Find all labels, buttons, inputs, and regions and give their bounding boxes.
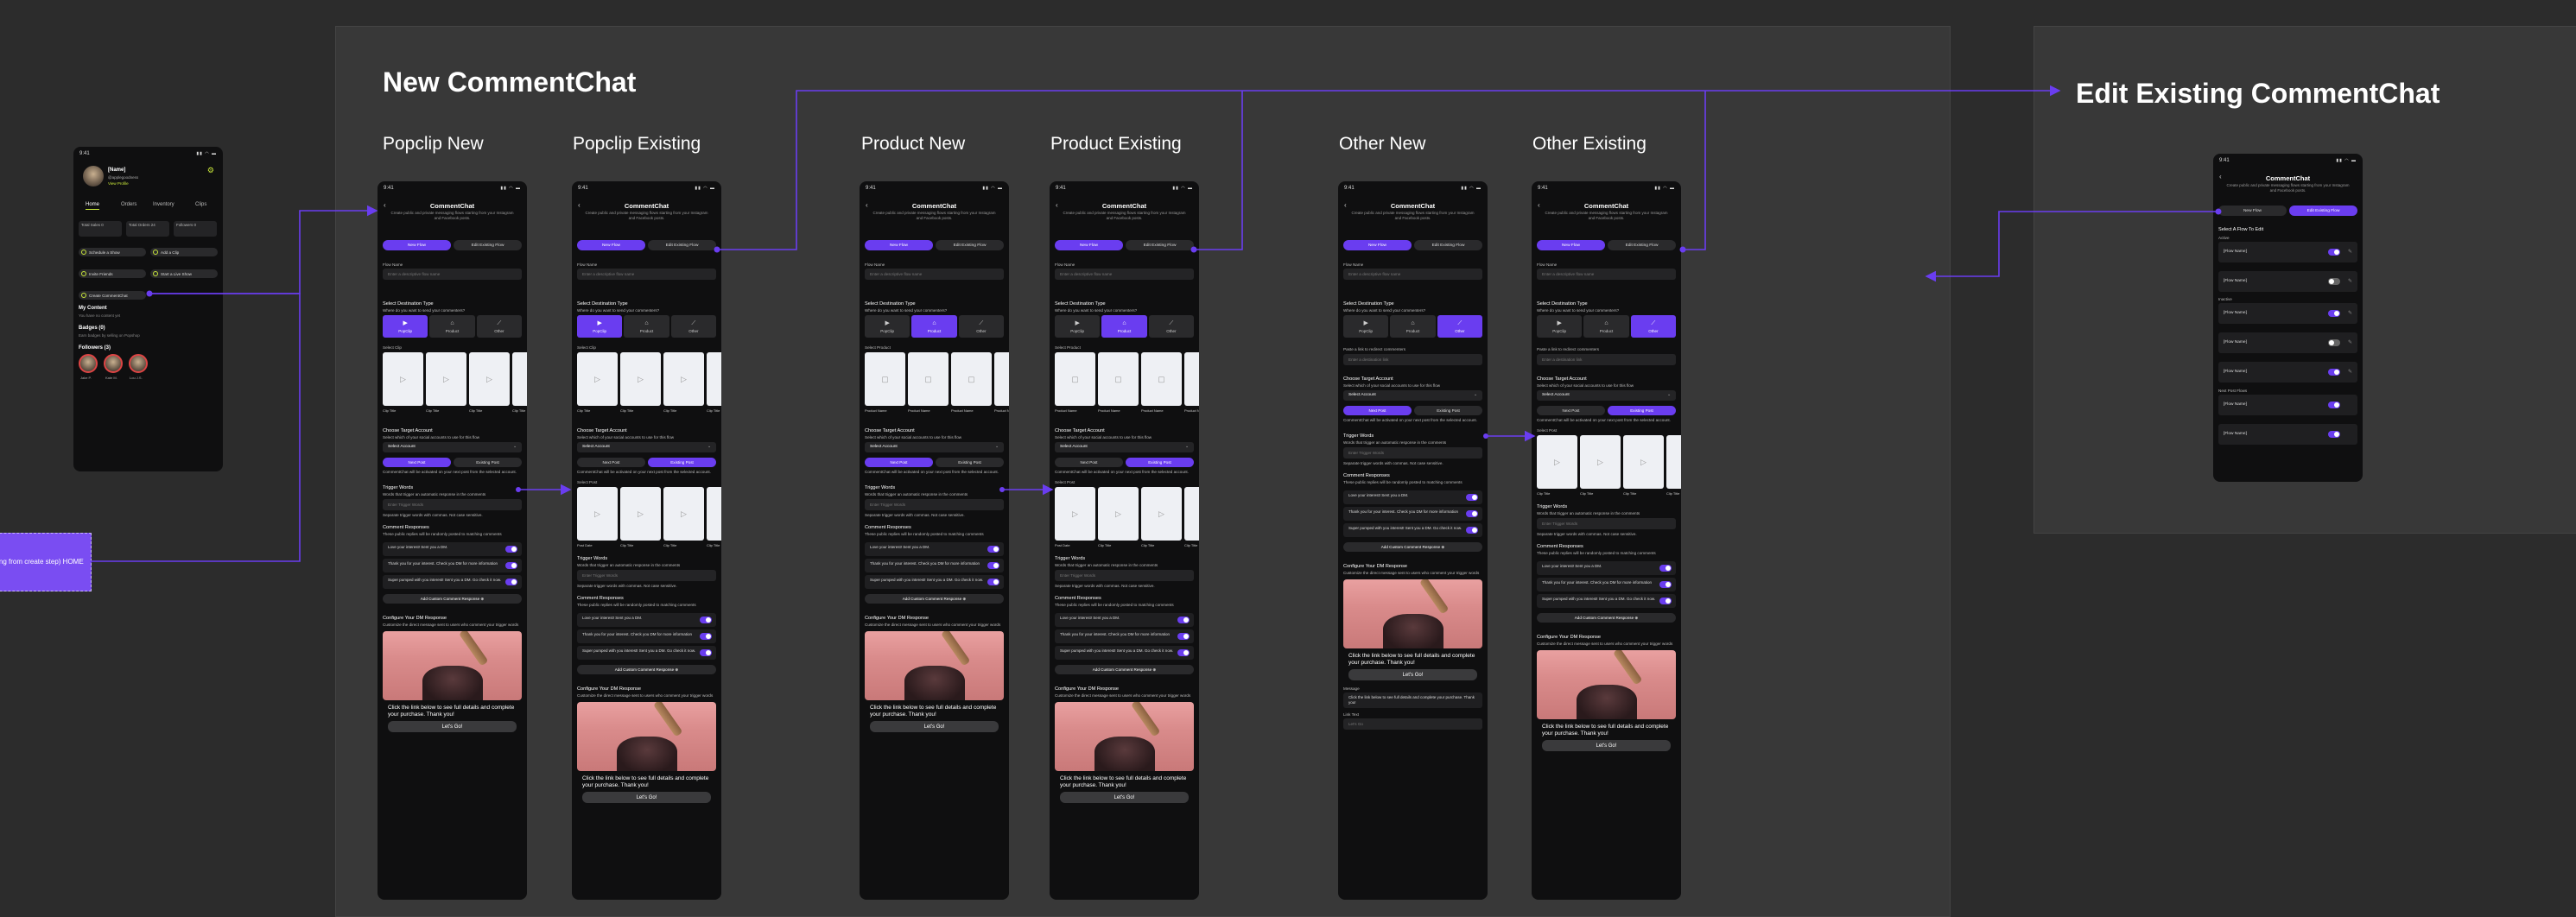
- connector-other-existing-to-edit: [1683, 91, 1706, 250]
- connector-sticky-to-profile: [90, 293, 301, 562]
- connector-dot: [2215, 208, 2222, 215]
- connector-popclip-existing-to-edit: [717, 85, 2061, 250]
- connector-dot: [516, 487, 521, 492]
- connector-dot: [714, 246, 720, 253]
- connector-edit-tab-back: [1925, 211, 2218, 282]
- connector-dot: [999, 487, 1005, 492]
- flow-connectors: [90, 85, 2222, 562]
- connector-product-existing-to-edit: [1194, 91, 1243, 250]
- connector-dot: [1679, 246, 1686, 253]
- connector-profile-to-popclip-new: [149, 205, 378, 294]
- connector-dot: [1483, 433, 1488, 439]
- connector-dot: [1190, 246, 1197, 253]
- connector-dot: [146, 290, 153, 297]
